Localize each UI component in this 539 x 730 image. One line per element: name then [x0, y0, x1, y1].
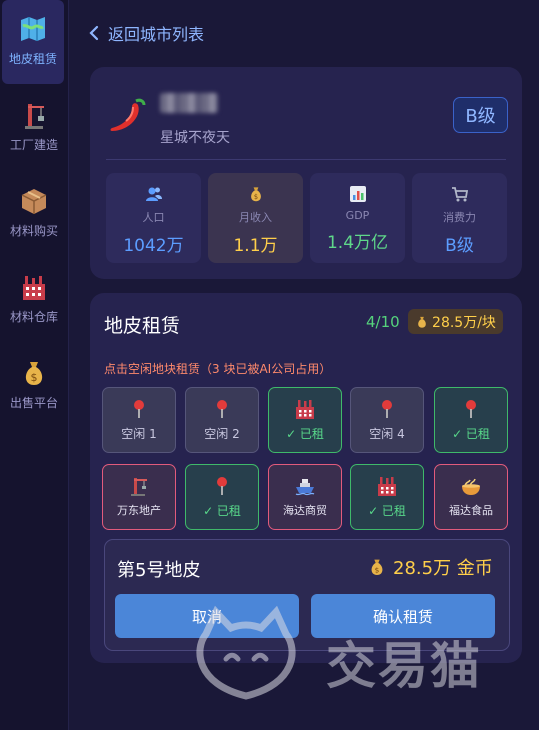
plot-label: 海达商贸 [283, 504, 327, 517]
selected-price-label: 28.5万 金币 [393, 558, 493, 579]
stat-value: 1.4万亿 [326, 233, 389, 253]
plot-label: ✓ 已租 [203, 504, 241, 518]
plot-4[interactable]: 空闲 4 [350, 387, 424, 453]
sidebar-item-label: 材料仓库 [9, 310, 58, 324]
divider [106, 159, 506, 160]
plot-3[interactable]: ✓ 已租 [268, 387, 342, 453]
plot-count: 4/10 [366, 313, 400, 331]
chili-pepper-icon [110, 98, 146, 131]
confirm-lease-button[interactable]: 确认租赁 [311, 594, 495, 638]
ship-icon [295, 479, 315, 496]
selected-plot-panel: 第5号地皮 $ 28.5万 金币 取消 确认租赁 [104, 539, 510, 651]
noodle-bowl-icon [462, 478, 480, 495]
land-lease-card: 地皮租赁 4/10 28.5万/块 点击空闲地块租赁（3 块已被AI公司占用） … [90, 293, 522, 663]
stat-label: 消费力 [443, 211, 476, 224]
pin-icon [217, 400, 227, 418]
plot-1[interactable]: 空闲 1 [102, 387, 176, 453]
svg-text:$: $ [375, 565, 380, 574]
pin-icon [382, 400, 392, 418]
cancel-button[interactable]: 取消 [115, 594, 299, 638]
lease-hint: 点击空闲地块租赁（3 块已被AI公司占用） [104, 362, 332, 376]
sidebar-item-label: 地皮租赁 [8, 52, 57, 66]
stat-value: B级 [445, 236, 474, 256]
pin-icon [217, 477, 227, 495]
back-label: 返回城市列表 [108, 25, 205, 44]
plot-label: 空闲 2 [204, 427, 240, 441]
stat-gdp: GDP 1.4万亿 [310, 173, 405, 263]
plot-9[interactable]: ✓ 已租 [350, 464, 424, 530]
plot-label: ✓ 已租 [368, 504, 406, 518]
crane-icon [25, 104, 44, 129]
plot-label: ✓ 已租 [286, 427, 324, 441]
price-chip-label: 28.5万/块 [432, 314, 496, 331]
sidebar-item-factory-build[interactable]: 工厂建造 [0, 86, 68, 170]
warehouse-icon [23, 276, 45, 300]
plot-7[interactable]: ✓ 已租 [185, 464, 259, 530]
sidebar: 地皮租赁 工厂建造 材料购买 材料仓库 $ 出售平台 [0, 0, 69, 730]
money-bag-icon: $ [250, 187, 261, 202]
sidebar-item-sale-platform[interactable]: $ 出售平台 [0, 344, 68, 428]
money-bag-icon: $ [25, 362, 43, 385]
stat-population: 人口 1042万 [106, 173, 201, 263]
plot-2[interactable]: 空闲 2 [185, 387, 259, 453]
crane-icon [131, 478, 147, 496]
sidebar-item-material-buy[interactable]: 材料购买 [0, 172, 68, 256]
plot-10[interactable]: 福达食品 [434, 464, 508, 530]
bar-chart-icon [349, 186, 366, 202]
pin-icon [134, 400, 144, 418]
stat-monthly-income: $ 月收入 1.1万 [208, 173, 303, 263]
section-title: 地皮租赁 [104, 315, 181, 337]
svg-text:$: $ [31, 371, 38, 384]
plot-label: ✓ 已租 [452, 427, 490, 441]
stat-label: 人口 [142, 211, 165, 224]
sidebar-item-land-lease[interactable]: 地皮租赁 [2, 0, 64, 84]
people-icon [145, 187, 162, 201]
stat-label: 月收入 [239, 211, 272, 224]
plot-label: 空闲 1 [121, 427, 157, 441]
svg-text:$: $ [253, 193, 257, 201]
blurred-city-name [160, 93, 218, 113]
plot-label: 万东地产 [117, 504, 161, 517]
factory-icon [378, 477, 396, 496]
plot-label: 空闲 4 [369, 427, 405, 441]
stat-value: 1042万 [123, 236, 184, 256]
money-bag-icon [418, 316, 426, 328]
city-level-badge: B级 [453, 97, 508, 133]
stat-value: 1.1万 [233, 236, 278, 256]
sidebar-item-label: 材料购买 [9, 224, 58, 238]
selected-plot-price: $ 28.5万 金币 [367, 554, 493, 580]
plot-6[interactable]: 万东地产 [102, 464, 176, 530]
plot-5[interactable]: ✓ 已租 [434, 387, 508, 453]
city-subtitle: 星城不夜天 [160, 130, 230, 146]
pin-icon [466, 400, 476, 418]
back-to-city-list-link[interactable]: 返回城市列表 [88, 20, 204, 46]
chevron-left-icon [89, 25, 99, 41]
selected-plot-title: 第5号地皮 [117, 560, 201, 581]
plot-8[interactable]: 海达商贸 [268, 464, 342, 530]
price-per-plot-chip: 28.5万/块 [408, 309, 503, 334]
map-icon [21, 17, 45, 41]
sidebar-item-label: 出售平台 [9, 396, 58, 410]
factory-icon [296, 400, 314, 419]
plot-label: 福达食品 [449, 504, 493, 517]
cart-icon [451, 187, 468, 202]
sidebar-item-label: 工厂建造 [9, 138, 58, 152]
sidebar-item-material-warehouse[interactable]: 材料仓库 [0, 258, 68, 342]
money-bag-icon: $ [371, 559, 383, 575]
stat-spending-power: 消费力 B级 [412, 173, 507, 263]
box-icon [21, 189, 47, 214]
city-info-card: 星城不夜天 B级 人口 1042万 $ 月收入 1.1万 GDP 1.4万亿 消… [90, 67, 522, 279]
stat-label: GDP [345, 209, 370, 222]
